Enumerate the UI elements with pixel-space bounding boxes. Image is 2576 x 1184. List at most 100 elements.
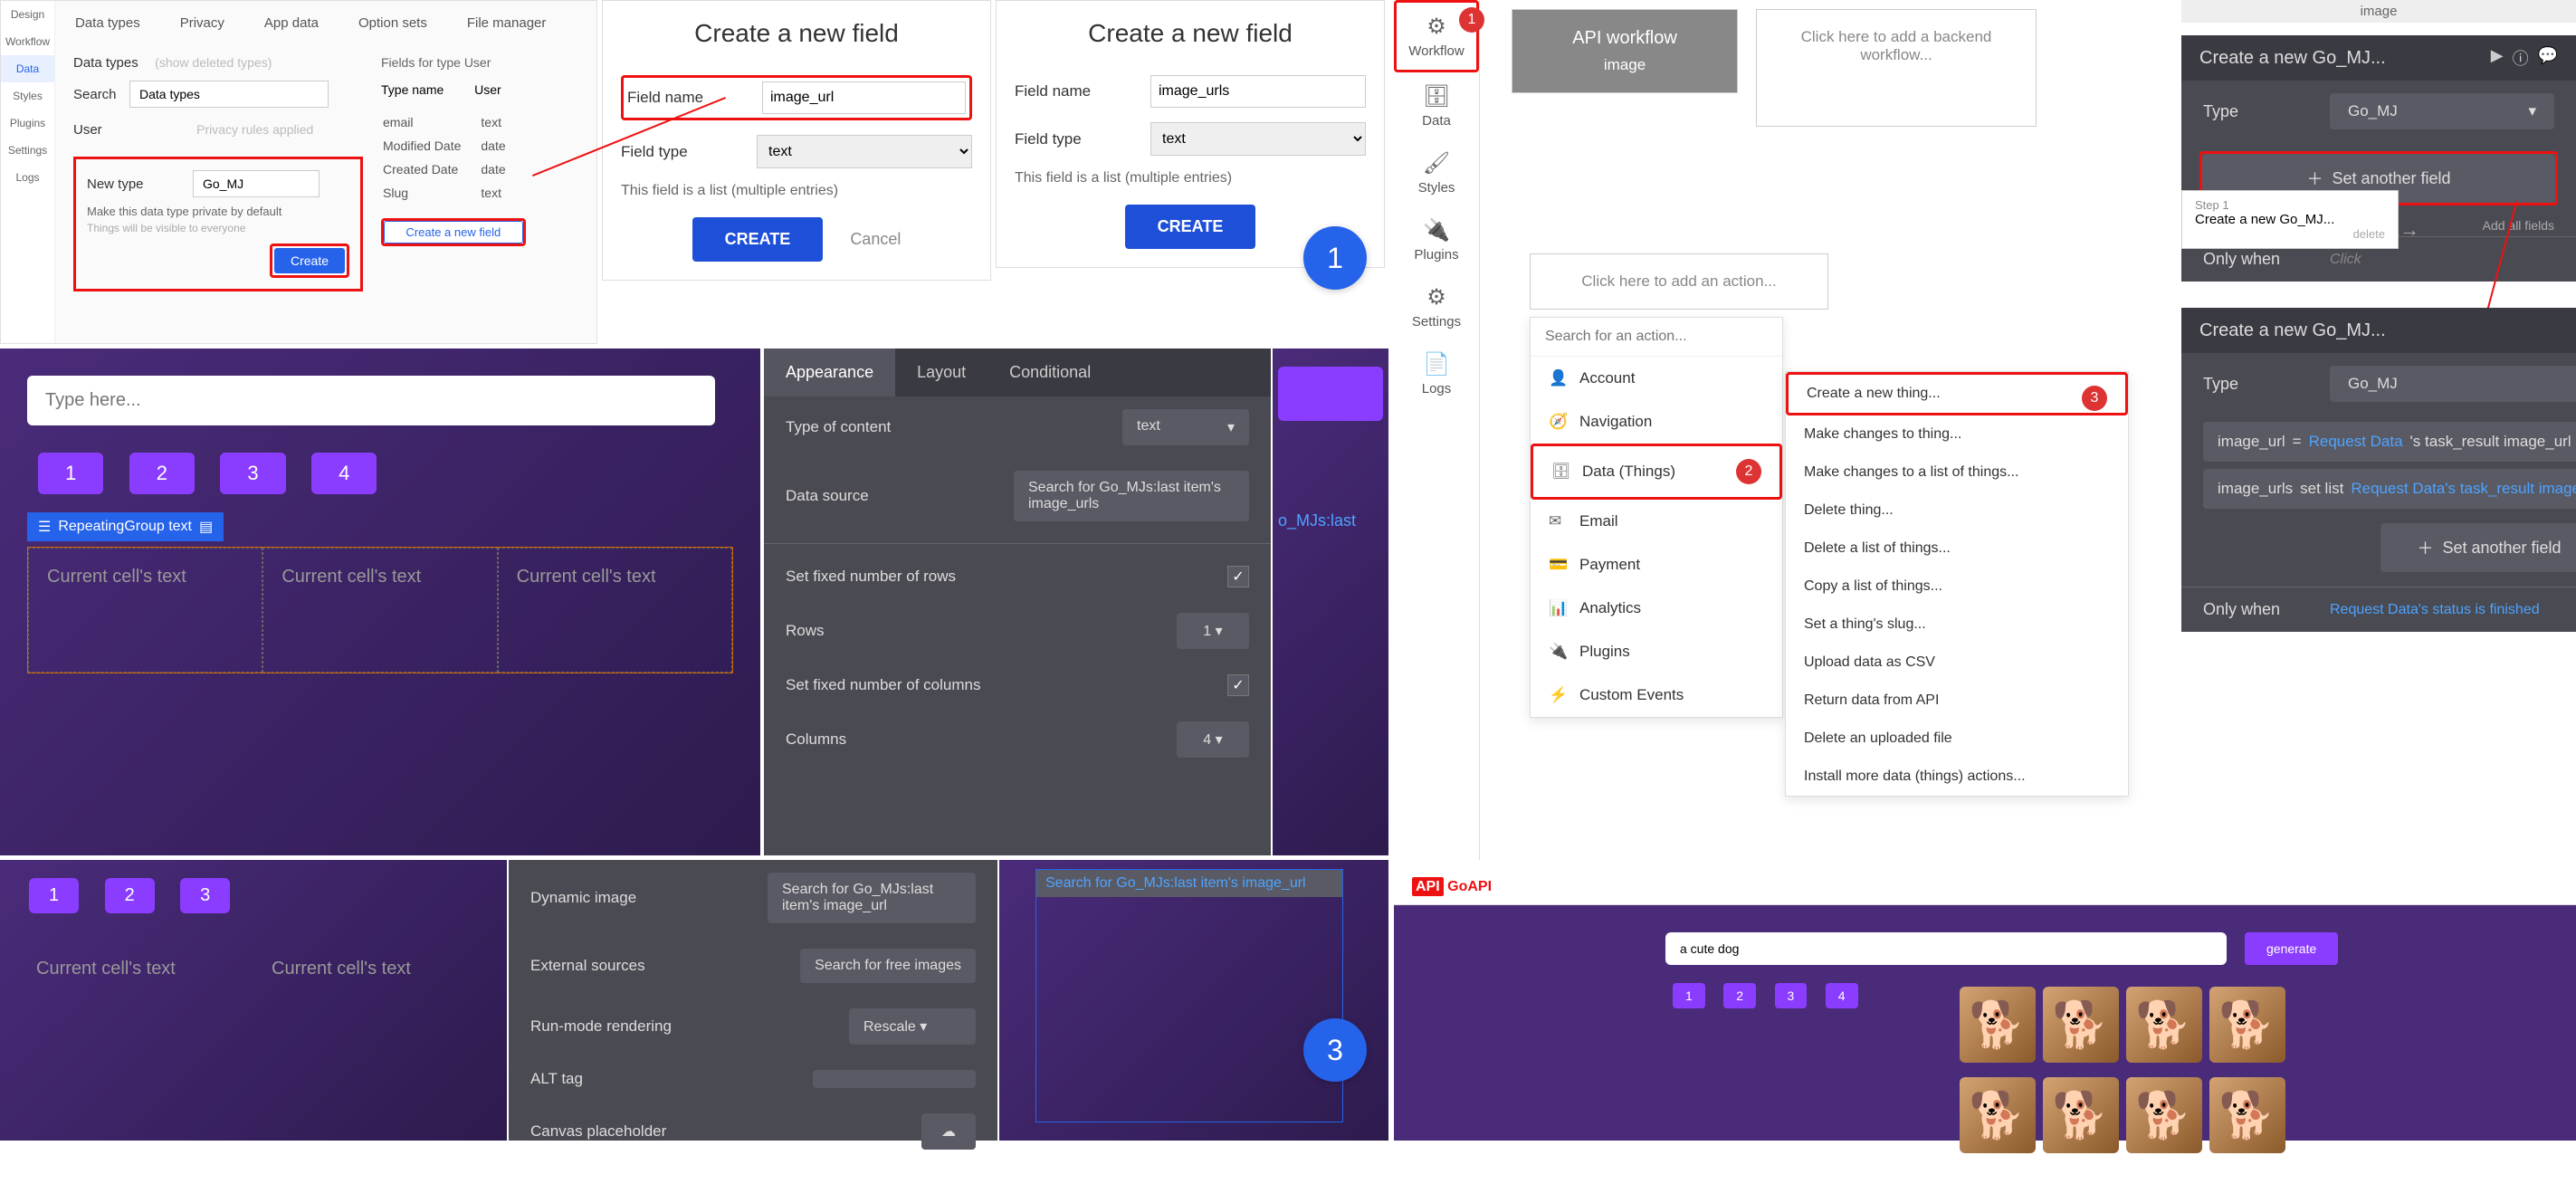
cat-analytics[interactable]: 📊Analytics	[1531, 587, 1782, 630]
rg-cell[interactable]: Current cell's text	[498, 548, 732, 673]
pill-3[interactable]: 3	[1775, 983, 1808, 1008]
fixedcols-checkbox[interactable]: ✓	[1227, 674, 1249, 696]
pill-1[interactable]: 1	[1673, 983, 1705, 1008]
pill-2[interactable]: 2	[105, 878, 155, 913]
newtype-input[interactable]	[193, 170, 320, 197]
pill-3[interactable]: 3	[180, 878, 230, 913]
set-another-field-button[interactable]: ＋Set another field	[2380, 523, 2576, 572]
result-image[interactable]	[2043, 987, 2119, 1063]
sidebar-settings[interactable]: Settings	[1, 137, 54, 164]
cancel-button[interactable]: Cancel	[850, 217, 901, 262]
private-checkbox-label[interactable]: Make this data type private by default	[87, 205, 349, 218]
typeofcontent-select[interactable]: text ▾	[1122, 409, 1249, 445]
create-type-button[interactable]: Create	[274, 248, 345, 273]
rg-cell[interactable]: Current cell's text	[262, 548, 497, 673]
fieldtype-select[interactable]: text	[757, 135, 972, 168]
play-icon[interactable]: ▶	[2491, 46, 2504, 70]
pill-3[interactable]: 3	[220, 453, 285, 494]
add-action-card[interactable]: Click here to add an action...	[1530, 253, 1828, 310]
sidebar-styles[interactable]: 🖌Styles	[1394, 139, 1479, 206]
sidebar-styles[interactable]: Styles	[1, 82, 54, 110]
result-image[interactable]	[1960, 1077, 2036, 1153]
arrow-right-icon[interactable]: →	[2399, 218, 2419, 242]
sub-item[interactable]: Delete thing...	[1786, 492, 2128, 530]
sidebar-logs[interactable]: 📄Logs	[1394, 340, 1479, 407]
cols-select[interactable]: 4 ▾	[1177, 721, 1249, 758]
rows-select[interactable]: 1 ▾	[1177, 613, 1249, 649]
datasource-value[interactable]: Search for Go_MJs:last item's image_urls	[1014, 471, 1249, 521]
rg-cell[interactable]: Current cell's text	[18, 941, 253, 998]
result-image[interactable]	[2126, 1077, 2202, 1153]
sidebar-data[interactable]: Data	[1, 55, 54, 82]
pill-2[interactable]: 2	[1723, 983, 1756, 1008]
sub-item[interactable]: Make changes to thing...	[1786, 415, 2128, 454]
rg-cell[interactable]: Current cell's text	[28, 548, 262, 673]
tab-conditional[interactable]: Conditional	[987, 349, 1112, 396]
cat-data[interactable]: 🗄Data (Things)2	[1531, 444, 1782, 500]
sub-item[interactable]: Set a thing's slug...	[1786, 606, 2128, 644]
dynimg-value[interactable]: Search for Go_MJs:last item's image_url	[768, 873, 976, 923]
canvas-upload-button[interactable]: ☁	[921, 1113, 976, 1150]
cat-navigation[interactable]: 🧭Navigation	[1531, 400, 1782, 444]
sub-item[interactable]: Return data from API	[1786, 682, 2128, 720]
sub-item[interactable]: Make changes to a list of things...	[1786, 454, 2128, 492]
tab-optionsets[interactable]: Option sets	[348, 10, 438, 36]
onlywhen-placeholder[interactable]: Click	[2330, 252, 2361, 268]
create-button[interactable]: CREATE	[1125, 205, 1256, 249]
user-type-row[interactable]: User	[73, 122, 102, 138]
tab-layout[interactable]: Layout	[895, 349, 987, 396]
cat-payment[interactable]: 💳Payment	[1531, 543, 1782, 587]
pill-1[interactable]: 1	[29, 878, 79, 913]
sub-create-thing[interactable]: Create a new thing...3	[1786, 372, 2128, 415]
fieldtype-select[interactable]: text	[1150, 122, 1366, 156]
result-image[interactable]	[2043, 1077, 2119, 1153]
deleted-types-hint[interactable]: (show deleted types)	[155, 55, 272, 70]
tab-privacy[interactable]: Privacy	[169, 10, 235, 36]
sidebar-settings[interactable]: ⚙Settings	[1394, 273, 1479, 340]
sub-item[interactable]: Upload data as CSV	[1786, 644, 2128, 682]
tab-datatypes[interactable]: Data types	[64, 10, 151, 36]
result-image[interactable]	[2209, 987, 2285, 1063]
sidebar-logs[interactable]: Logs	[1, 164, 54, 191]
image-expr-preview[interactable]: Search for Go_MJs:last item's image_url	[1036, 870, 1342, 897]
sidebar-design[interactable]: Design	[1, 1, 54, 28]
search-input[interactable]	[129, 81, 329, 108]
onlywhen-value[interactable]: Request Data's status is finished	[2330, 602, 2540, 618]
sidebar-data[interactable]: 🗄Data	[1394, 72, 1479, 139]
breadcrumb-delete[interactable]: delete	[2195, 227, 2385, 241]
sidebar-workflow[interactable]: ⚙ Workflow 1	[1394, 0, 1479, 72]
sub-item[interactable]: Delete a list of things...	[1786, 530, 2128, 568]
action-search-input[interactable]	[1531, 318, 1782, 357]
cat-plugins[interactable]: 🔌Plugins	[1531, 630, 1782, 673]
pill-4[interactable]: 4	[311, 453, 377, 494]
sidebar-workflow[interactable]: Workflow	[1, 28, 54, 55]
pill-4[interactable]: 4	[1826, 983, 1858, 1008]
cat-account[interactable]: 👤Account	[1531, 357, 1782, 400]
cat-custom[interactable]: ⚡Custom Events	[1531, 673, 1782, 717]
result-image[interactable]	[2126, 987, 2202, 1063]
tab-appdata[interactable]: App data	[253, 10, 329, 36]
tab-filemanager[interactable]: File manager	[456, 10, 558, 36]
wf-card-title[interactable]: API workflow	[1531, 28, 1719, 49]
prompt-input[interactable]	[1665, 932, 2227, 965]
create-button[interactable]: CREATE	[692, 217, 824, 262]
fieldname-input[interactable]	[1150, 75, 1366, 108]
result-image[interactable]	[1960, 987, 2036, 1063]
fieldname-input[interactable]	[762, 81, 966, 114]
cat-email[interactable]: ✉Email	[1531, 500, 1782, 543]
sub-item[interactable]: Install more data (things) actions...	[1786, 758, 2128, 796]
sub-item[interactable]: Copy a list of things...	[1786, 568, 2128, 606]
fixedrows-checkbox[interactable]: ✓	[1227, 566, 1249, 587]
pill-1[interactable]: 1	[38, 453, 103, 494]
field-assignment-1[interactable]: image_url = Request Data 's task_result …	[2203, 422, 2576, 462]
alt-input[interactable]	[813, 1070, 976, 1088]
type-select[interactable]: Go_MJ▾	[2330, 93, 2554, 129]
rg-cell[interactable]: Current cell's text	[253, 941, 489, 998]
chat-icon[interactable]: 💬	[2538, 46, 2558, 70]
sidebar-plugins[interactable]: Plugins	[1, 110, 54, 137]
generate-button[interactable]: generate	[2245, 932, 2338, 965]
tab-appearance[interactable]: Appearance	[764, 349, 895, 396]
type-select[interactable]: Go_MJ▾	[2330, 366, 2576, 402]
render-select[interactable]: Rescale ▾	[849, 1008, 976, 1045]
extsrc-button[interactable]: Search for free images	[800, 949, 976, 983]
